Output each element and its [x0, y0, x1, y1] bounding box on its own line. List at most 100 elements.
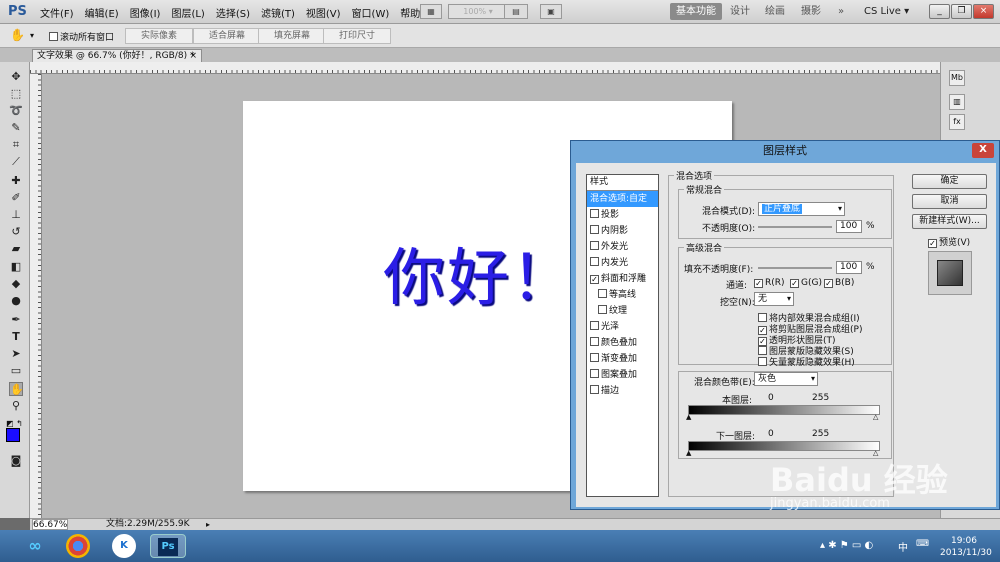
chrome-icon[interactable]: [66, 534, 90, 558]
actual-pixels-button[interactable]: 实际像素: [125, 28, 193, 44]
k-app-icon[interactable]: K: [112, 534, 136, 558]
paint-bucket-tool-icon[interactable]: ◧: [9, 260, 23, 274]
workspace-basic[interactable]: 基本功能: [670, 3, 722, 20]
foreground-color-swatch[interactable]: [6, 428, 20, 442]
blur-tool-icon[interactable]: ◆: [9, 277, 23, 291]
close-window-button[interactable]: ×: [973, 4, 994, 19]
style-item[interactable]: 投影: [587, 207, 658, 223]
clock-time[interactable]: 19:06: [951, 536, 977, 546]
hand-tool-icon[interactable]: ✋: [9, 382, 24, 396]
checkbox-box[interactable]: ✓: [590, 275, 599, 284]
fill-opacity-input[interactable]: 100: [836, 261, 862, 274]
style-item[interactable]: 图案叠加: [587, 367, 658, 383]
style-item[interactable]: 等高线: [587, 287, 658, 303]
eraser-tool-icon[interactable]: ▰: [9, 242, 23, 256]
status-zoom[interactable]: 66.67%: [32, 519, 68, 530]
ime-settings-icon[interactable]: ⌨: [916, 539, 929, 549]
checkbox-box[interactable]: [590, 385, 599, 394]
brush-tool-icon[interactable]: ✐: [9, 191, 23, 205]
opacity-input[interactable]: 100: [836, 220, 862, 233]
style-item[interactable]: 描边: [587, 383, 658, 399]
fx-icon[interactable]: fx: [949, 114, 965, 130]
style-item[interactable]: 混合选项:自定: [587, 191, 658, 207]
workspace-more-icon[interactable]: »: [832, 3, 850, 20]
pen-tool-icon[interactable]: ✒: [9, 313, 23, 327]
style-item[interactable]: ✓ 斜面和浮雕: [587, 271, 658, 287]
style-item[interactable]: 颜色叠加: [587, 335, 658, 351]
workspace-design[interactable]: 设计: [724, 3, 756, 20]
workspace-painting[interactable]: 绘画: [759, 3, 791, 20]
healing-brush-tool-icon[interactable]: ✚: [9, 174, 23, 188]
status-arrow-icon[interactable]: ▸: [206, 519, 210, 530]
tool-preset-chevron-icon[interactable]: ▾: [30, 31, 34, 40]
menu-item[interactable]: 图像(I): [130, 5, 161, 20]
opacity-slider[interactable]: [758, 226, 832, 228]
menu-item[interactable]: 滤镜(T): [261, 5, 295, 20]
checkbox-box[interactable]: [590, 225, 599, 234]
checkbox-box[interactable]: [590, 209, 599, 218]
underlying-black-handle[interactable]: ▲: [686, 449, 691, 457]
channel-b-checkbox[interactable]: ✓ B(B): [824, 278, 854, 288]
style-item[interactable]: 内发光: [587, 255, 658, 271]
hand-tool-icon[interactable]: ✋: [10, 28, 25, 42]
path-select-tool-icon[interactable]: ➤: [9, 347, 23, 361]
scroll-all-windows-checkbox[interactable]: 滚动所有窗口: [49, 30, 114, 43]
cs-live-button[interactable]: CS Live ▾: [858, 3, 915, 20]
channel-g-checkbox[interactable]: ✓ G(G): [790, 278, 822, 288]
style-item[interactable]: 渐变叠加: [587, 351, 658, 367]
history-brush-tool-icon[interactable]: ↺: [9, 225, 23, 239]
checkbox-box[interactable]: [590, 369, 599, 378]
fill-screen-button[interactable]: 填充屏幕: [258, 28, 326, 44]
menu-item[interactable]: 图层(L): [171, 5, 204, 20]
minimize-button[interactable]: _: [929, 4, 950, 19]
histogram-icon[interactable]: ▥: [949, 94, 965, 110]
checkbox-box[interactable]: [590, 321, 599, 330]
blend-if-select[interactable]: 灰色 ▾: [754, 372, 818, 386]
marquee-tool-icon[interactable]: ⬚: [9, 87, 23, 101]
quick-select-tool-icon[interactable]: ✎: [9, 121, 23, 135]
this-layer-gradient-slider[interactable]: [688, 405, 880, 415]
menu-item[interactable]: 文件(F): [40, 5, 74, 20]
style-item[interactable]: 纹理: [587, 303, 658, 319]
new-style-button[interactable]: 新建样式(W)...: [912, 214, 987, 229]
checkbox-box[interactable]: [598, 289, 607, 298]
document-tab[interactable]: 文字效果 @ 66.7% (你好！, RGB/8) * ×: [32, 49, 202, 62]
fit-screen-button[interactable]: 适合屏幕: [193, 28, 261, 44]
shape-tool-icon[interactable]: ▭: [9, 364, 23, 378]
clock-date[interactable]: 2013/11/30: [940, 548, 992, 558]
style-item[interactable]: 光泽: [587, 319, 658, 335]
mini-bridge-icon[interactable]: Mb: [949, 70, 965, 86]
style-item[interactable]: 外发光: [587, 239, 658, 255]
channel-r-checkbox[interactable]: ✓ R(R): [754, 278, 785, 288]
workspace-photography[interactable]: 摄影: [795, 3, 827, 20]
close-tab-icon[interactable]: ×: [189, 50, 197, 62]
cancel-button[interactable]: 取消: [912, 194, 987, 209]
menu-item[interactable]: 编辑(E): [85, 5, 119, 20]
tray-icons[interactable]: ▴ ✱ ⚑ ▭ ◐: [820, 540, 873, 551]
fill-opacity-slider[interactable]: [758, 267, 832, 269]
default-colors-icon[interactable]: ◩ ↰: [6, 419, 23, 428]
clone-stamp-tool-icon[interactable]: ⊥: [9, 208, 23, 222]
crop-tool-icon[interactable]: ⌗: [9, 138, 23, 152]
eyedropper-tool-icon[interactable]: ⟋: [9, 155, 23, 169]
style-item[interactable]: 内阴影: [587, 223, 658, 239]
knockout-select[interactable]: 无 ▾: [754, 292, 794, 306]
move-tool-icon[interactable]: ✥: [9, 70, 23, 84]
underlying-layer-gradient-slider[interactable]: [688, 441, 880, 451]
checkbox-box[interactable]: [590, 257, 599, 266]
this-layer-black-handle[interactable]: ▲: [686, 413, 691, 421]
bridge-icon[interactable]: ▦: [420, 4, 442, 19]
start-orb-icon[interactable]: ∞: [22, 534, 48, 558]
type-tool-icon[interactable]: T: [9, 330, 23, 344]
checkbox-box[interactable]: [590, 241, 599, 250]
restore-button[interactable]: ❐: [951, 4, 972, 19]
checkbox-box[interactable]: [590, 353, 599, 362]
lasso-tool-icon[interactable]: ➰: [9, 104, 23, 118]
print-size-button[interactable]: 打印尺寸: [323, 28, 391, 44]
this-layer-white-handle[interactable]: △: [873, 413, 878, 421]
quick-mask-icon[interactable]: ◙: [9, 454, 23, 468]
zoom-tool-icon[interactable]: ⚲: [9, 399, 23, 413]
menu-item[interactable]: 视图(V): [306, 5, 341, 20]
menu-item[interactable]: 窗口(W): [352, 5, 390, 20]
advanced-option-checkbox[interactable]: 矢量蒙版隐藏效果(H): [758, 355, 855, 368]
